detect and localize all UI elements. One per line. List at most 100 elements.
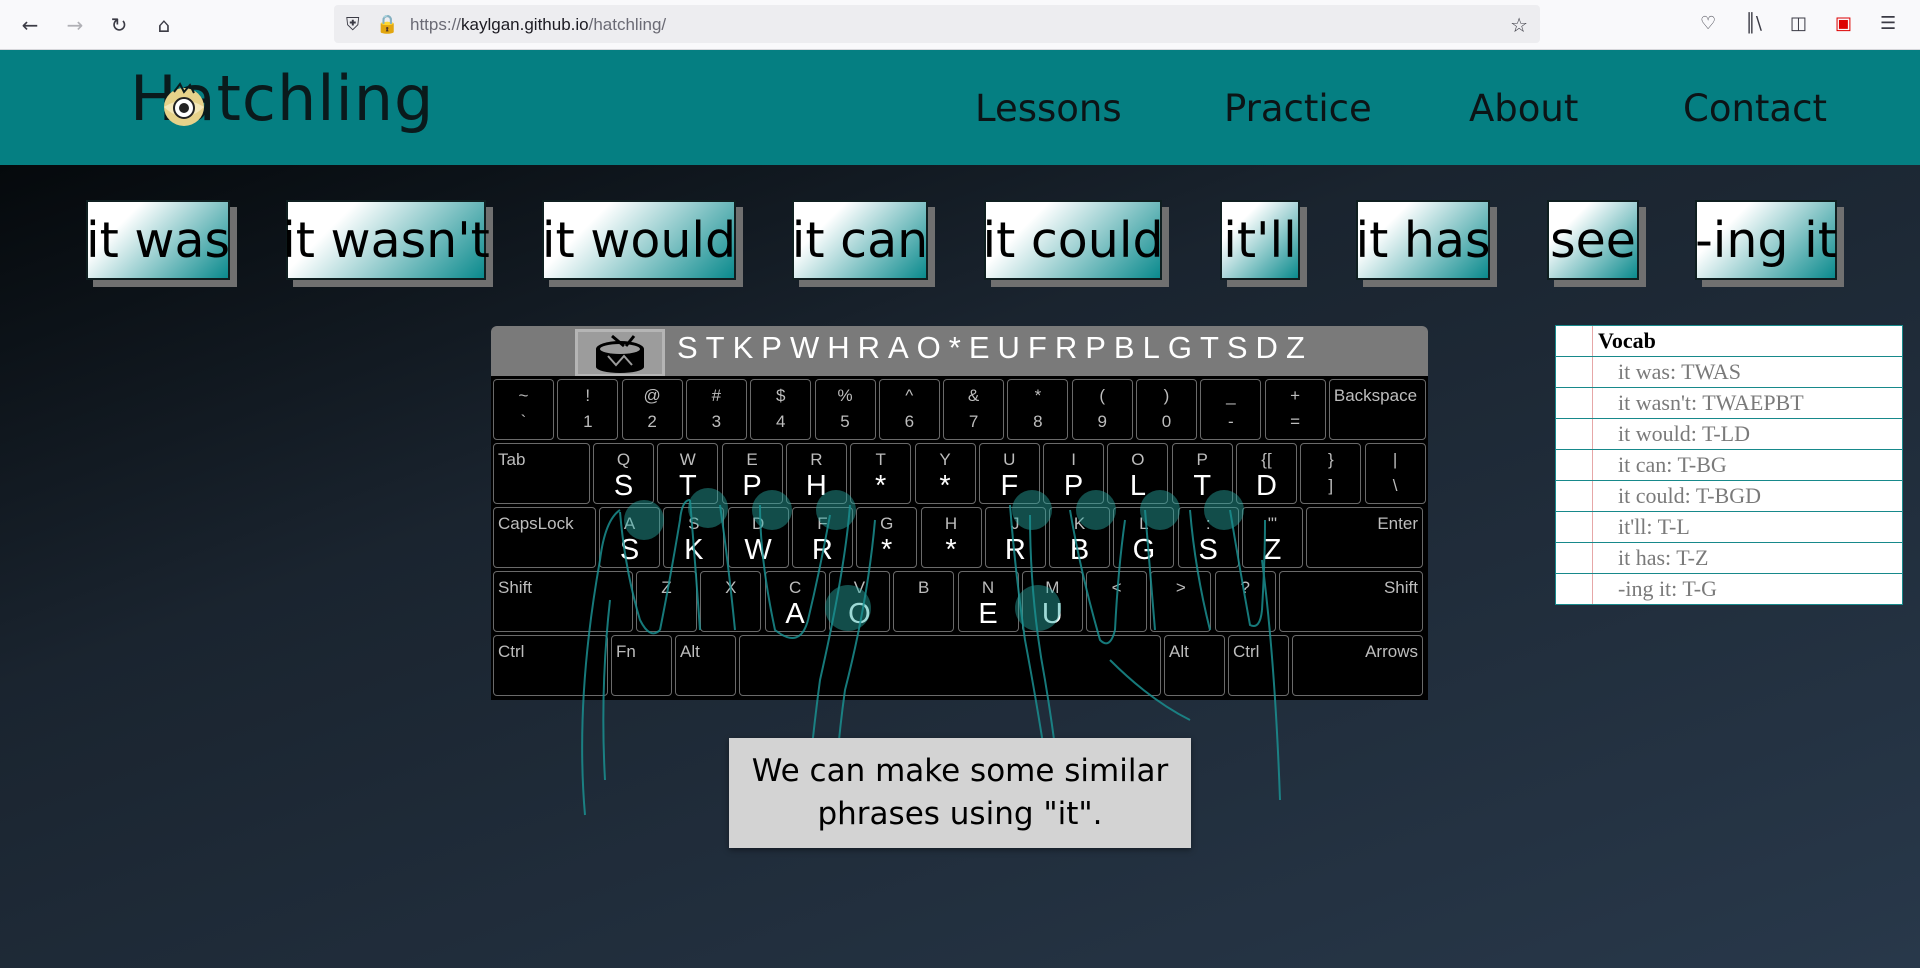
key-label: U — [1003, 450, 1016, 469]
key[interactable]: % 5 — [814, 379, 876, 440]
lock-icon: 🔒 — [376, 14, 399, 35]
phrase-card[interactable]: it'll — [1220, 200, 1307, 287]
key[interactable]: + = — [1264, 379, 1326, 440]
key[interactable]: ~ ` — [493, 379, 554, 440]
alt-key[interactable]: Alt — [1164, 635, 1225, 696]
key-label: ~ — [518, 386, 529, 405]
nav-lessons[interactable]: Lessons — [975, 87, 1122, 130]
key-label: Shift — [498, 578, 533, 597]
phrase-card[interactable]: it can — [792, 200, 935, 287]
menu-icon[interactable]: ☰ — [1880, 13, 1896, 34]
key[interactable]: (9 — [1071, 379, 1133, 440]
finger-marker — [1015, 585, 1061, 631]
phrase-card[interactable]: it could — [982, 200, 1169, 287]
vocab-item: it would: T-LD — [1556, 419, 1902, 450]
forward-icon[interactable]: → — [62, 12, 88, 38]
phrase-card[interactable]: it has — [1356, 200, 1497, 287]
enter-key[interactable]: Enter — [1306, 507, 1423, 568]
nav-about[interactable]: About — [1469, 87, 1578, 130]
key-label: * — [881, 534, 893, 566]
capslock-key[interactable]: CapsLock — [493, 507, 596, 568]
key[interactable]: * 8 — [1007, 379, 1069, 440]
shift-key[interactable]: Shift — [1279, 571, 1423, 632]
key-label: > — [1175, 578, 1186, 597]
pocket-icon[interactable]: ♡ — [1700, 13, 1716, 34]
alt-key[interactable]: Alt — [675, 635, 736, 696]
key[interactable]: < — [1086, 571, 1148, 632]
back-icon[interactable]: ← — [17, 12, 43, 38]
key[interactable]: ? — [1214, 571, 1276, 632]
fn-key[interactable]: Fn — [611, 635, 672, 696]
nav-contact[interactable]: Contact — [1683, 87, 1827, 130]
shift-key[interactable]: Shift — [493, 571, 633, 632]
tab-key[interactable]: Tab — [493, 443, 590, 504]
key[interactable]: NE — [957, 571, 1019, 632]
url-text[interactable]: https://kaylgan.github.io/hatchling/ — [410, 15, 666, 35]
key[interactable]: | \ — [1364, 443, 1426, 504]
key[interactable]: CA — [764, 571, 826, 632]
key[interactable]: "' Z — [1242, 507, 1303, 568]
key[interactable]: ^ 6 — [878, 379, 940, 440]
key-label: $ — [775, 386, 786, 405]
key-label: O — [1131, 450, 1145, 469]
backspace-key[interactable]: Backspace — [1328, 379, 1426, 440]
vocab-item: it was: TWAS — [1556, 357, 1902, 388]
key[interactable]: Y * — [914, 443, 976, 504]
key-label: Y — [939, 450, 951, 469]
key-label: S — [613, 470, 634, 502]
sidebar-icon[interactable]: ◫ — [1790, 13, 1807, 34]
key-label: B — [918, 578, 930, 597]
key-label: - — [1227, 412, 1234, 431]
key-label: X — [725, 578, 737, 597]
key-label: Fn — [616, 642, 636, 661]
shield-icon[interactable]: ⛨ — [346, 14, 360, 35]
space-key[interactable] — [739, 635, 1161, 696]
library-icon[interactable]: ║\ — [1745, 13, 1762, 34]
key-label: T — [875, 450, 886, 469]
arrows-key[interactable]: Arrows — [1292, 635, 1423, 696]
phrase-card[interactable]: it was — [86, 200, 237, 287]
key[interactable]: > — [1150, 571, 1212, 632]
vocab-item: it wasn't: TWAEPBT — [1556, 388, 1902, 419]
key[interactable]: & 7 — [943, 379, 1005, 440]
key[interactable]: @2 — [621, 379, 683, 440]
key-label: K — [684, 534, 704, 566]
key-label: ] — [1328, 476, 1334, 495]
finger-marker — [1012, 490, 1052, 530]
drum-icon[interactable] — [575, 329, 665, 377]
phrase-card[interactable]: it wasn't — [282, 200, 493, 287]
key-label: ) — [1163, 386, 1170, 405]
key[interactable]: ! 1 — [557, 379, 619, 440]
extension-icon[interactable]: ▣ — [1835, 13, 1852, 34]
nav-practice[interactable]: Practice — [1224, 87, 1372, 130]
key[interactable]: #3 — [685, 379, 747, 440]
key[interactable]: X — [700, 571, 762, 632]
address-bar[interactable]: ⛨ 🔒 https://kaylgan.github.io/hatchling/… — [334, 5, 1540, 43]
key-label: W — [679, 450, 696, 469]
ctrl-key[interactable]: Ctrl — [493, 635, 608, 696]
phrase-card[interactable]: see — [1547, 200, 1646, 287]
key[interactable]: {[D — [1236, 443, 1297, 504]
key-label: Ctrl — [1233, 642, 1260, 661]
key-label: P — [1196, 450, 1208, 469]
key[interactable]: QS — [593, 443, 654, 504]
phrase-card[interactable]: it would — [542, 200, 743, 287]
vocab-item: it could: T-BGD — [1556, 481, 1902, 512]
phrase-card[interactable]: -ing it — [1695, 200, 1844, 287]
key[interactable]: Z — [636, 571, 697, 632]
key-label: Z — [1263, 534, 1282, 566]
key[interactable]: $4 — [750, 379, 812, 440]
key[interactable]: B — [893, 571, 955, 632]
star-icon[interactable]: ☆ — [1510, 13, 1528, 37]
key[interactable]: T * — [850, 443, 912, 504]
key[interactable]: H * — [920, 507, 982, 568]
key-label: G — [880, 514, 894, 533]
home-icon[interactable]: ⌂ — [151, 12, 177, 38]
ctrl-key[interactable]: Ctrl — [1228, 635, 1289, 696]
key-label: 5 — [840, 412, 850, 431]
key[interactable]: }] — [1300, 443, 1362, 504]
key[interactable]: G * — [856, 507, 918, 568]
key[interactable]: _ - — [1200, 379, 1262, 440]
reload-icon[interactable]: ↻ — [106, 12, 132, 38]
key[interactable]: ) 0 — [1136, 379, 1197, 440]
